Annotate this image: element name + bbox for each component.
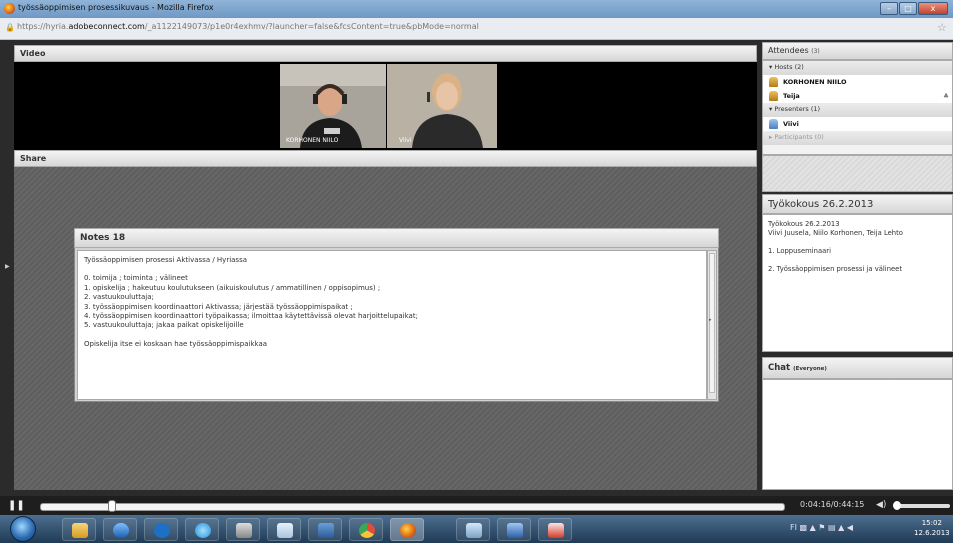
taskbar-hp-icon[interactable] bbox=[144, 518, 178, 541]
playback-time: 0:04:16/0:44:15 bbox=[800, 500, 865, 509]
scrollbar-thumb[interactable] bbox=[709, 253, 715, 393]
host-icon bbox=[769, 91, 778, 101]
meeting-line: Työkokous 26.2.2013 bbox=[768, 220, 840, 228]
meeting-line: 2. Työssäoppimisen prosessi ja välineet bbox=[768, 265, 903, 273]
hosts-group[interactable]: ▾ Hosts (2) bbox=[763, 61, 952, 75]
video-feed-label: Viivi bbox=[399, 137, 412, 144]
window-title: työssäoppimisen prosessikuvaus - Mozilla… bbox=[18, 3, 214, 12]
notes-line: 1. opiskelija ; hakeutuu koulutukseen (a… bbox=[84, 283, 381, 292]
video-feed-label: KORHONEN NIILO bbox=[286, 137, 339, 144]
address-bar[interactable]: 🔒 https://hyria.adobeconnect.com/_a11221… bbox=[0, 18, 953, 40]
webcam-person-icon bbox=[387, 64, 497, 148]
volume-slider-handle[interactable] bbox=[893, 501, 901, 510]
meeting-notes-header: Työkokous 26.2.2013 bbox=[762, 194, 953, 214]
notes-line: 5. vastuukouluttaja; jakaa paikat opiske… bbox=[84, 321, 244, 330]
notes-line: 3. työssäoppimisen koordinaattori Aktiva… bbox=[84, 302, 353, 311]
notes-line bbox=[84, 331, 700, 340]
minimize-button[interactable]: – bbox=[880, 2, 898, 15]
taskbar-save-icon[interactable] bbox=[308, 518, 342, 541]
window-titlebar: työssäoppimisen prosessikuvaus - Mozilla… bbox=[0, 0, 953, 18]
video-feed-viivi: Viivi bbox=[387, 64, 497, 148]
host-icon bbox=[769, 77, 778, 87]
maximize-button[interactable]: □ bbox=[899, 2, 917, 15]
chat-pod[interactable] bbox=[762, 379, 953, 490]
notes-pod-header: Notes 18 bbox=[74, 228, 719, 248]
scroll-grip-icon: ▸ bbox=[709, 317, 712, 323]
notes-line: Työssäoppimisen prosessi Aktivassa / Hyr… bbox=[84, 256, 248, 264]
taskbar-notepad-icon[interactable] bbox=[267, 518, 301, 541]
taskbar-chrome-icon[interactable] bbox=[349, 518, 383, 541]
collapse-arrow-icon[interactable]: ▶ bbox=[5, 263, 10, 270]
meeting-line bbox=[768, 256, 947, 265]
notes-line: 4. työssäoppimisen koordinaattori työpai… bbox=[84, 312, 418, 321]
attendees-empty-area bbox=[762, 155, 953, 192]
participants-group[interactable]: ▸ Participants (0) bbox=[763, 131, 952, 145]
playback-progress-track[interactable] bbox=[40, 503, 785, 511]
meeting-line: 1. Loppuseminaari bbox=[768, 247, 831, 255]
presenters-group[interactable]: ▾ Presenters (1) bbox=[763, 103, 952, 117]
system-tray[interactable]: FI ▩ ▲ ⚑ ▤ ▲ ◀ bbox=[790, 523, 853, 532]
attendee-row[interactable]: Viivi bbox=[763, 117, 952, 131]
firefox-icon bbox=[4, 3, 15, 14]
meeting-notes-text[interactable]: Työkokous 26.2.2013 Viivi Juusela, Niilo… bbox=[762, 214, 953, 352]
bookmark-star-icon[interactable]: ☆ bbox=[937, 21, 947, 34]
volume-slider[interactable] bbox=[895, 504, 950, 508]
volume-icon[interactable]: ◀) bbox=[876, 500, 886, 510]
notes-line bbox=[84, 265, 700, 274]
video-feed-korhonen: KORHONEN NIILO bbox=[280, 64, 386, 148]
chat-header: Chat (Everyone) bbox=[762, 357, 953, 379]
attendees-list: ▾ Hosts (2) KORHONEN NIILO Teija ♣ ▾ Pres… bbox=[762, 60, 953, 155]
attendees-header: Attendees (3) bbox=[762, 42, 953, 60]
url-text[interactable]: https://hyria.adobeconnect.com/_a1122149… bbox=[17, 22, 479, 31]
taskbar-screen-icon[interactable] bbox=[456, 518, 490, 541]
taskbar-clock[interactable]: 15:02 12.6.2013 bbox=[914, 518, 950, 538]
video-pod-header: Video bbox=[14, 45, 757, 62]
start-button[interactable] bbox=[10, 516, 36, 542]
notes-text-area[interactable]: Työssäoppimisen prosessi Aktivassa / Hyr… bbox=[77, 250, 707, 400]
webcam-person-icon bbox=[280, 64, 386, 148]
meeting-line bbox=[768, 238, 947, 247]
taskbar-internet-explorer-icon[interactable] bbox=[185, 518, 219, 541]
microphone-icon: ♣ bbox=[943, 92, 949, 100]
taskbar-explorer-icon[interactable] bbox=[62, 518, 96, 541]
taskbar-word-icon[interactable] bbox=[497, 518, 531, 541]
notes-line: 0. toimija ; toiminta ; välineet bbox=[84, 274, 188, 283]
taskbar-media-player-icon[interactable] bbox=[103, 518, 137, 541]
notes-line: 2. vastuukouluttaja; bbox=[84, 293, 154, 302]
meeting-line: Viivi Juusela, Niilo Korhonen, Teija Leh… bbox=[768, 229, 903, 237]
share-pod-header: Share bbox=[14, 150, 757, 167]
attendee-row[interactable]: Teija ♣ bbox=[763, 89, 952, 103]
taskbar-tools-icon[interactable] bbox=[226, 518, 260, 541]
lock-icon: 🔒 bbox=[5, 23, 15, 32]
notes-line: Opiskelija itse ei koskaan hae työssäopp… bbox=[84, 339, 268, 348]
presenter-icon bbox=[769, 119, 778, 129]
taskbar-acrobat-icon[interactable] bbox=[538, 518, 572, 541]
attendee-row[interactable]: KORHONEN NIILO bbox=[763, 75, 952, 89]
taskbar-firefox-icon[interactable] bbox=[390, 518, 424, 541]
pause-icon[interactable]: ❚❚ bbox=[8, 500, 25, 511]
close-button[interactable]: x bbox=[918, 2, 948, 15]
playback-scrubber-handle[interactable] bbox=[108, 500, 117, 512]
notes-scrollbar[interactable]: ▸ bbox=[707, 250, 717, 400]
